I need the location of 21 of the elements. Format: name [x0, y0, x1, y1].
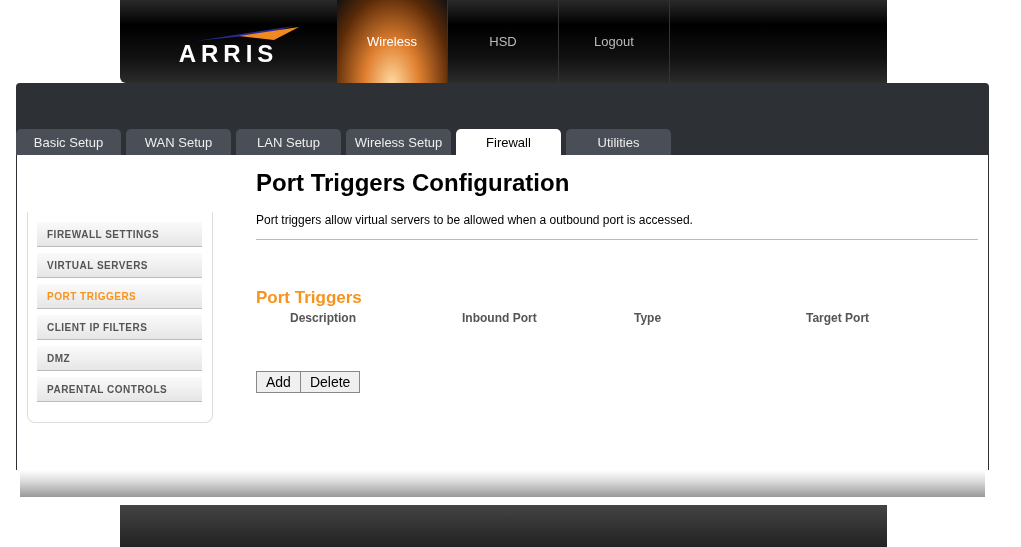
logo-text: ARRIS: [178, 40, 279, 68]
tab[interactable]: WAN Setup: [126, 129, 231, 155]
column-header: Description: [290, 311, 357, 325]
action-button[interactable]: Delete: [300, 371, 361, 393]
column-header: Type: [634, 311, 663, 325]
tab[interactable]: LAN Setup: [236, 129, 341, 155]
sidebar-item[interactable]: DMZ: [37, 346, 202, 371]
sidebar-item[interactable]: FIREWALL SETTINGS: [37, 222, 202, 247]
column-header: Inbound Port: [462, 311, 538, 325]
tab[interactable]: Firewall: [456, 129, 561, 155]
sidebar-item[interactable]: PARENTAL CONTROLS: [37, 377, 202, 402]
action-button[interactable]: Add: [256, 371, 301, 393]
column-header: Target Port: [806, 311, 871, 325]
sidebar-item[interactable]: CLIENT IP FILTERS: [37, 315, 202, 340]
page-title: Port Triggers Configuration: [256, 169, 571, 197]
section-title: Port Triggers: [256, 288, 363, 308]
sidebar-item[interactable]: VIRTUAL SERVERS: [37, 253, 202, 278]
tab[interactable]: Wireless Setup: [346, 129, 451, 155]
tab[interactable]: Basic Setup: [16, 129, 121, 155]
page-description: Port triggers allow virtual servers to be allowed when a outbound port is accessed.: [256, 213, 694, 227]
tab[interactable]: Utilities: [566, 129, 671, 155]
